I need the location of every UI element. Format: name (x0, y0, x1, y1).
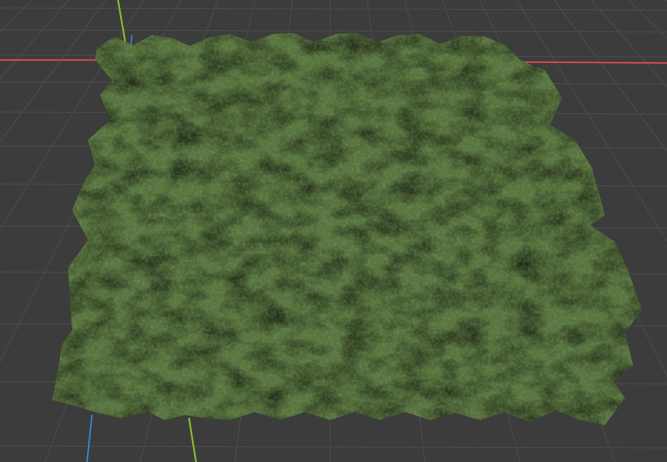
z-axis-line (86, 414, 93, 462)
grid-line (621, 0, 667, 462)
grid-line (0, 445, 667, 449)
grid-line (0, 29, 667, 33)
3d-viewport[interactable] (0, 0, 667, 462)
grid-line (0, 0, 39, 462)
y-axis-line (188, 417, 197, 462)
grid-line (0, 0, 22, 462)
grid-line (0, 7, 667, 11)
viewport-scene[interactable] (0, 0, 667, 462)
x-axis-line (514, 61, 667, 64)
grid-line (0, 0, 5, 462)
